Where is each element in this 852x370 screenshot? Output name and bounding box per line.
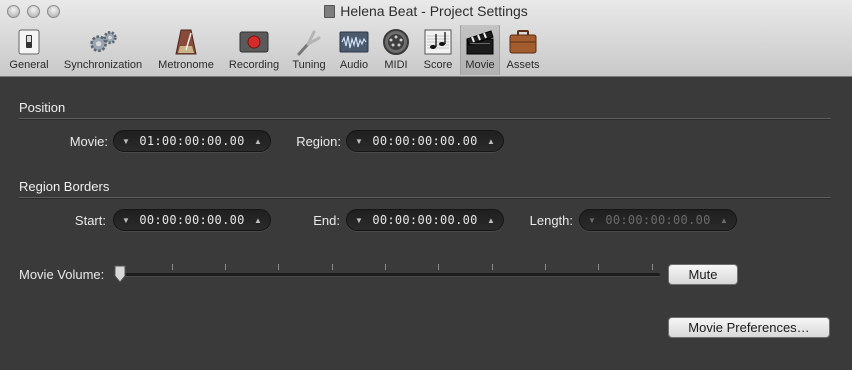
tab-tuning[interactable]: Tuning <box>288 25 330 75</box>
tab-movie-label: Movie <box>465 59 495 71</box>
tab-metronome[interactable]: Metronome <box>154 25 218 75</box>
decrement-arrow-icon[interactable]: ▼ <box>354 216 364 225</box>
tab-recording[interactable]: Recording <box>224 25 284 75</box>
document-icon <box>324 5 336 18</box>
length-stepper: ▼ 00:00:00:00.00 ▲ <box>579 209 737 231</box>
start-label: Start: <box>74 213 106 228</box>
length-value: 00:00:00:00.00 <box>605 213 711 227</box>
volume-slider-thumb[interactable] <box>113 265 127 283</box>
decrement-arrow-icon: ▼ <box>588 215 596 225</box>
movie-position-label: Movie: <box>69 134 108 149</box>
decrement-arrow-icon[interactable]: ▼ <box>121 137 131 146</box>
increment-arrow-icon[interactable]: ▲ <box>486 137 496 146</box>
tab-general[interactable]: General <box>5 25 53 75</box>
slider-tick <box>438 264 439 270</box>
movie-volume-slider[interactable] <box>118 273 660 277</box>
slider-tick <box>385 264 386 270</box>
end-stepper[interactable]: ▼ 00:00:00:00.00 ▲ <box>346 209 504 231</box>
increment-arrow-icon[interactable]: ▲ <box>486 216 496 225</box>
tab-synchronization[interactable]: Synchronization <box>58 25 148 75</box>
start-stepper[interactable]: ▼ 00:00:00:00.00 ▲ <box>113 209 271 231</box>
region-position-value[interactable]: 00:00:00:00.00 <box>372 134 477 148</box>
slider-tick <box>598 264 599 270</box>
slider-tick <box>545 264 546 270</box>
metronome-icon <box>171 28 201 56</box>
score-notes-icon <box>423 28 453 56</box>
gears-icon <box>88 28 118 56</box>
slider-tick <box>652 264 653 270</box>
tab-movie[interactable]: Movie <box>460 25 500 75</box>
tab-midi[interactable]: MIDI <box>378 25 414 75</box>
tuning-fork-icon <box>294 28 324 56</box>
slider-tick <box>278 264 279 270</box>
slider-tick <box>332 264 333 270</box>
tab-audio-label: Audio <box>339 59 369 71</box>
region-position-stepper[interactable]: ▼ 00:00:00:00.00 ▲ <box>346 130 504 152</box>
increment-arrow-icon: ▲ <box>720 215 728 225</box>
briefcase-icon <box>508 28 538 56</box>
slider-tick <box>172 264 173 270</box>
clapperboard-icon <box>465 28 495 56</box>
movie-volume-label: Movie Volume: <box>19 267 105 282</box>
start-value[interactable]: 00:00:00:00.00 <box>139 213 244 227</box>
window-title-text: Helena Beat - Project Settings <box>340 3 528 19</box>
tab-assets[interactable]: Assets <box>503 25 543 75</box>
waveform-icon <box>339 28 369 56</box>
region-position-label: Region: <box>296 134 341 149</box>
record-button-icon <box>239 28 269 56</box>
movie-position-stepper[interactable]: ▼ 01:00:00:00.00 ▲ <box>113 130 271 152</box>
tab-general-label: General <box>9 59 49 71</box>
increment-arrow-icon[interactable]: ▲ <box>253 216 263 225</box>
end-value[interactable]: 00:00:00:00.00 <box>372 213 477 227</box>
settings-toolbar: General Synchronization Metronome Record… <box>0 25 852 77</box>
tab-tuning-label: Tuning <box>292 59 326 71</box>
tab-midi-label: MIDI <box>384 59 408 71</box>
slider-tick <box>492 264 493 270</box>
section-divider <box>19 197 831 199</box>
movie-preferences-button[interactable]: Movie Preferences… <box>668 317 830 338</box>
tab-synchronization-label: Synchronization <box>63 59 143 71</box>
tab-score-label: Score <box>423 59 453 71</box>
general-switch-icon <box>14 28 44 56</box>
tab-assets-label: Assets <box>506 59 540 71</box>
decrement-arrow-icon[interactable]: ▼ <box>354 137 364 146</box>
tab-metronome-label: Metronome <box>158 59 214 71</box>
increment-arrow-icon[interactable]: ▲ <box>253 137 263 146</box>
movie-position-value[interactable]: 01:00:00:00.00 <box>139 134 244 148</box>
length-label: Length: <box>529 213 573 228</box>
decrement-arrow-icon[interactable]: ▼ <box>121 216 131 225</box>
mute-button[interactable]: Mute <box>668 264 738 285</box>
slider-tick <box>225 264 226 270</box>
tab-recording-label: Recording <box>228 59 280 71</box>
window-toolbar: Helena Beat - Project Settings General S… <box>0 0 852 77</box>
window-title: Helena Beat - Project Settings <box>0 3 852 19</box>
end-label: End: <box>313 213 340 228</box>
section-divider <box>19 118 831 120</box>
tab-audio[interactable]: Audio <box>335 25 373 75</box>
tab-score[interactable]: Score <box>419 25 457 75</box>
position-section-title: Position <box>19 100 66 115</box>
region-borders-section-title: Region Borders <box>19 179 110 194</box>
midi-connector-icon <box>381 28 411 56</box>
